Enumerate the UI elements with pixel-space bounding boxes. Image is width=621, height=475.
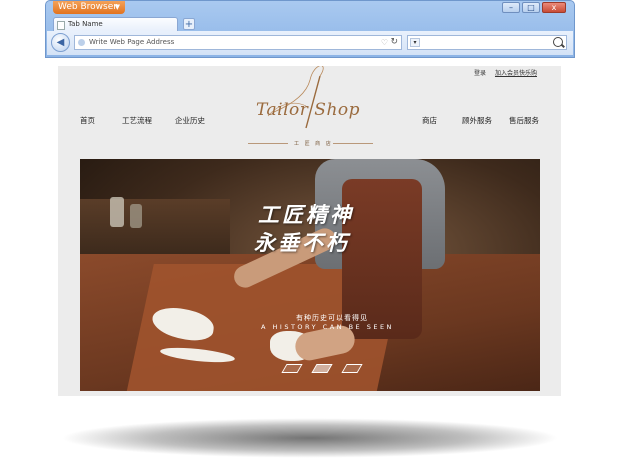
nav-customer-service[interactable]: 顾外服务	[462, 115, 492, 126]
minimize-button[interactable]: –	[502, 2, 520, 13]
chevron-down-icon: ▼	[114, 3, 120, 11]
arrow-left-icon: ◀	[56, 37, 65, 48]
login-link[interactable]: 登录	[474, 68, 486, 77]
browser-app-menu[interactable]: Web Browser ▼	[53, 1, 125, 14]
page-icon	[57, 21, 65, 30]
app-menu-label: Web Browser	[58, 2, 117, 12]
nav-shop[interactable]: 商店	[422, 115, 437, 126]
tab-title: Tab Name	[68, 20, 103, 28]
logo-rule-left	[248, 143, 288, 144]
hero-jar	[110, 197, 124, 227]
web-page: 登录 加入会员快乐购 首页 工艺流程 企业历史 Tailor Shop 工 匠 …	[58, 66, 561, 396]
carousel-dot-3[interactable]	[341, 364, 363, 373]
hero-title: 工匠精神 永垂不朽	[254, 201, 354, 257]
logo-text: Tailor Shop	[256, 100, 361, 120]
star-icon[interactable]: ♡	[381, 36, 388, 49]
nav-home[interactable]: 首页	[80, 115, 95, 126]
reload-icon[interactable]: ↻	[390, 36, 398, 49]
browser-window: Web Browser ▼ – □ x Tab Name + ◀ Write W…	[45, 0, 575, 58]
search-engine-dropdown-icon[interactable]: ▾	[410, 38, 420, 47]
top-links: 登录 加入会员快乐购	[474, 68, 537, 77]
carousel-indicators	[281, 364, 363, 373]
address-bar[interactable]: Write Web Page Address ♡ ↻	[74, 35, 402, 50]
drop-shadow	[60, 418, 560, 458]
logo-subtitle: 工 匠 商 店	[294, 141, 333, 147]
browser-toolbar: ◀ Write Web Page Address ♡ ↻ ▾	[47, 31, 573, 55]
maximize-button[interactable]: □	[522, 2, 540, 13]
logo[interactable]: Tailor Shop 工 匠 商 店	[248, 66, 373, 151]
nav-history[interactable]: 企业历史	[175, 115, 205, 126]
hero-title-line1: 工匠精神	[258, 202, 354, 227]
hero-banner: 工匠精神 永垂不朽 有种历史可以看得见 A HISTORY CAN BE SEE…	[80, 159, 540, 391]
window-controls: – □ x	[502, 2, 566, 13]
hero-subtitle-en: A HISTORY CAN BE SEEN	[261, 323, 394, 331]
hero-title-line2: 永垂不朽	[254, 230, 350, 255]
register-link[interactable]: 加入会员快乐购	[495, 68, 537, 77]
carousel-dot-2[interactable]	[311, 364, 333, 373]
hero-subtitle-cn: 有种历史可以看得见	[296, 314, 368, 322]
search-input[interactable]: ▾	[407, 35, 567, 50]
search-icon[interactable]	[553, 37, 563, 47]
new-tab-button[interactable]: +	[183, 18, 195, 30]
address-placeholder: Write Web Page Address	[89, 38, 175, 46]
hero-shelf	[80, 199, 230, 254]
globe-icon	[78, 39, 85, 46]
hero-jar	[130, 204, 142, 228]
logo-rule-right	[333, 143, 373, 144]
browser-tab[interactable]: Tab Name	[53, 17, 178, 31]
carousel-dot-1[interactable]	[281, 364, 303, 373]
back-button[interactable]: ◀	[51, 33, 70, 52]
nav-after-sales[interactable]: 售后服务	[509, 115, 539, 126]
nav-process[interactable]: 工艺流程	[122, 115, 152, 126]
close-button[interactable]: x	[542, 2, 566, 13]
